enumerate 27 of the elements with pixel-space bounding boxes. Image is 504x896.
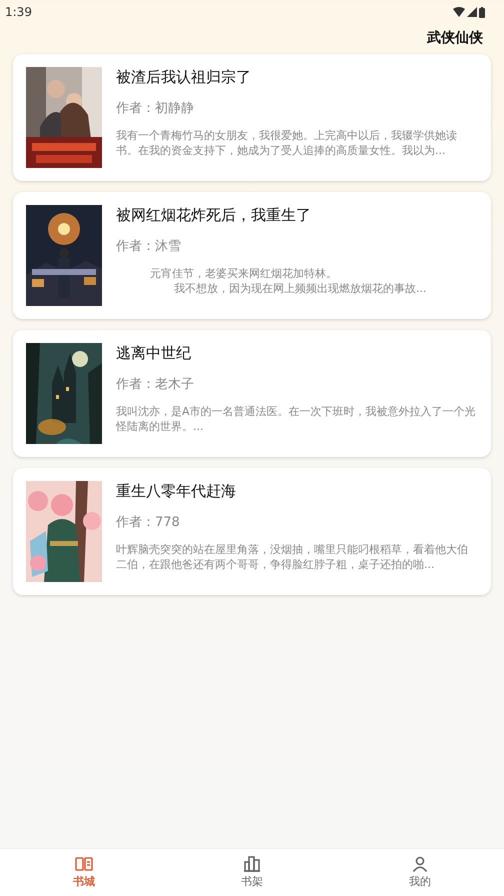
person-icon <box>410 854 430 874</box>
nav-tab[interactable]: 我的 <box>336 849 504 896</box>
book-title: 被网红烟花炸死后，我重生了 <box>116 205 312 226</box>
book-author: 作者：老木子 <box>116 376 195 394</box>
book-description: 元宵佳节，老婆买来网红烟花加特林。 <box>149 266 338 281</box>
book-card[interactable]: 被网红烟花炸死后，我重生了 作者：沐雪 元宵佳节，老婆买来网红烟花加特林。 我不想放，因为现在网上频频出现燃放烟花的事故... <box>13 192 491 319</box>
book-title: 逃离中世纪 <box>116 343 192 364</box>
book-card[interactable]: 重生八零年代赶海 作者：778 叶辉脑壳突突的站在屋里角落，没烟抽，嘴里只能叼根稻草，看着他大伯二伯，在跟他爸还有两个哥哥，争得脸红脖子粗，桌子还拍的啪... <box>13 468 491 595</box>
status-time: 1:39 <box>5 4 32 21</box>
book-title: 重生八零年代赶海 <box>116 481 237 502</box>
book-card[interactable]: 被渣后我认祖归宗了 作者：初静静 我有一个青梅竹马的女朋友，我很爱她。上完高中以后，我辍学供她读书。在我的资金支持下，她成为了受人追捧的高质量女性。我以为... <box>13 54 491 181</box>
book-description: 我不想放，因为现在网上频频出现燃放烟花的事故... <box>173 281 428 296</box>
book-author: 作者：沐雪 <box>116 238 182 256</box>
book-title: 被渣后我认祖归宗了 <box>116 67 252 88</box>
book-author: 作者：初静静 <box>116 100 195 118</box>
signal-icon <box>467 7 477 17</box>
nav-tab[interactable]: 书架 <box>168 849 336 896</box>
book-description: 我有一个青梅竹马的女朋友，我很爱她。上完高中以后，我辍学供她读书。在我的资金支持下，她成为了受人追捧的高质量女性。我以为... <box>116 128 458 158</box>
book-description: 我叫沈亦，是A市的一名普通法医。在一次下班时，我被意外拉入了一个光怪陆离的世界。... <box>116 404 477 434</box>
wifi-icon <box>453 7 465 17</box>
book-author: 作者：778 <box>116 514 181 532</box>
book-card[interactable]: 逃离中世纪 作者：老木子 我叫沈亦，是A市的一名普通法医。在一次下班时，我被意外拉入了一个光怪陆离的世界。... <box>13 330 491 457</box>
nav-tab[interactable]: 书城 <box>0 849 168 896</box>
book-description: 叶辉脑壳突突的站在屋里角落，没烟抽，嘴里只能叼根稻草，看着他大伯二伯，在跟他爸还有两个哥哥，争得脸红脖子粗，桌子还拍的啪... <box>116 542 469 572</box>
category-title[interactable]: 武侠仙侠 <box>427 28 483 48</box>
battery-icon <box>479 6 485 18</box>
bookshelf-icon <box>242 854 262 874</box>
